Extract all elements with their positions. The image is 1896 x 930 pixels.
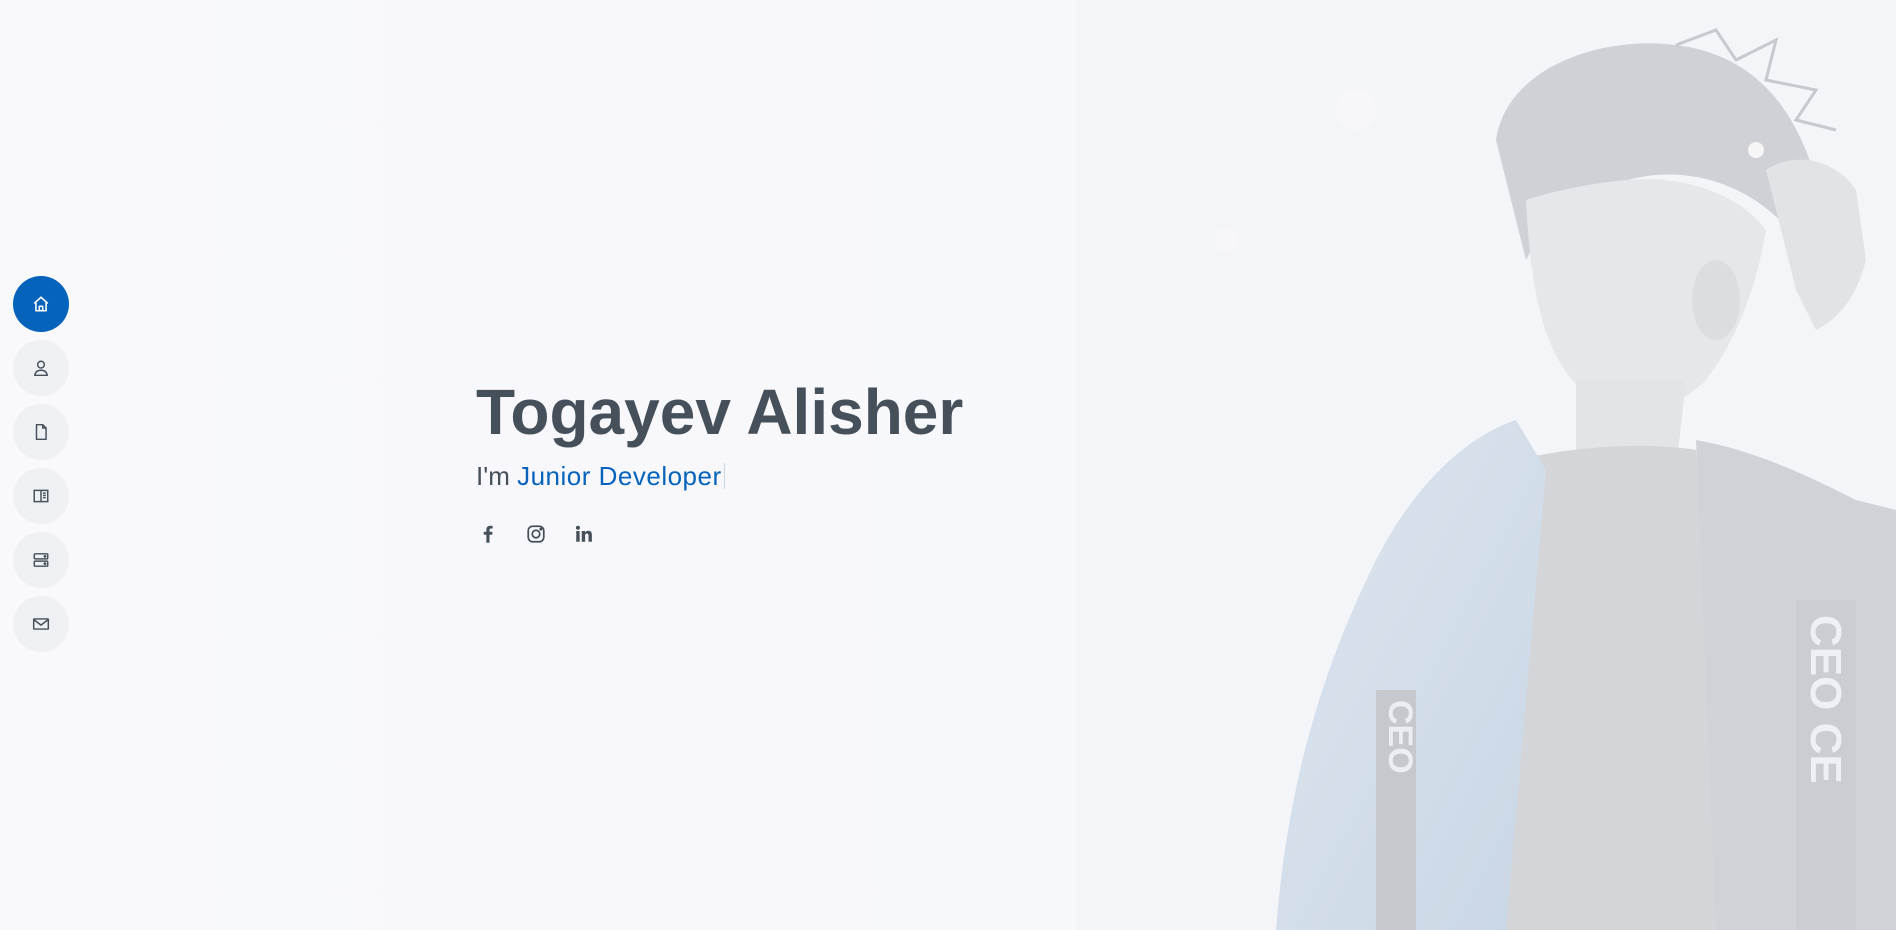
hero-name: Togayev Alisher <box>476 376 964 448</box>
linkedin-link[interactable] <box>572 522 596 546</box>
side-navigation <box>13 276 69 652</box>
file-icon <box>35 423 47 441</box>
facebook-icon <box>483 525 493 543</box>
nav-home-button[interactable] <box>13 276 69 332</box>
hero-role: I'm Junior Developer <box>476 456 963 496</box>
hero-role-prefix: I'm <box>476 461 518 491</box>
nav-resume-button[interactable] <box>13 404 69 460</box>
typing-cursor <box>723 463 725 489</box>
hero-content: Togayev Alisher I'm Junior Developer <box>476 372 963 546</box>
instagram-icon <box>527 525 545 543</box>
hero-role-typed: Junior Developer <box>517 461 722 491</box>
nav-portfolio-button[interactable] <box>13 468 69 524</box>
instagram-link[interactable] <box>524 522 548 546</box>
facebook-link[interactable] <box>476 522 500 546</box>
hero-section: CEO CEO CE Togayev Alisher I'm Junior De… <box>0 0 1896 930</box>
person-icon <box>33 360 49 377</box>
linkedin-icon <box>575 525 592 542</box>
svg-text:CEO CE: CEO CE <box>1801 615 1850 784</box>
house-icon <box>33 296 49 312</box>
envelope-icon <box>32 618 50 630</box>
social-links <box>476 522 963 546</box>
book-half-icon <box>33 489 49 503</box>
nav-services-button[interactable] <box>13 532 69 588</box>
nav-about-button[interactable] <box>13 340 69 396</box>
nav-contact-button[interactable] <box>13 596 69 652</box>
svg-text:CEO: CEO <box>1381 700 1419 774</box>
server-icon <box>33 553 49 567</box>
hero-background-photo: CEO CEO CE <box>1076 0 1896 930</box>
